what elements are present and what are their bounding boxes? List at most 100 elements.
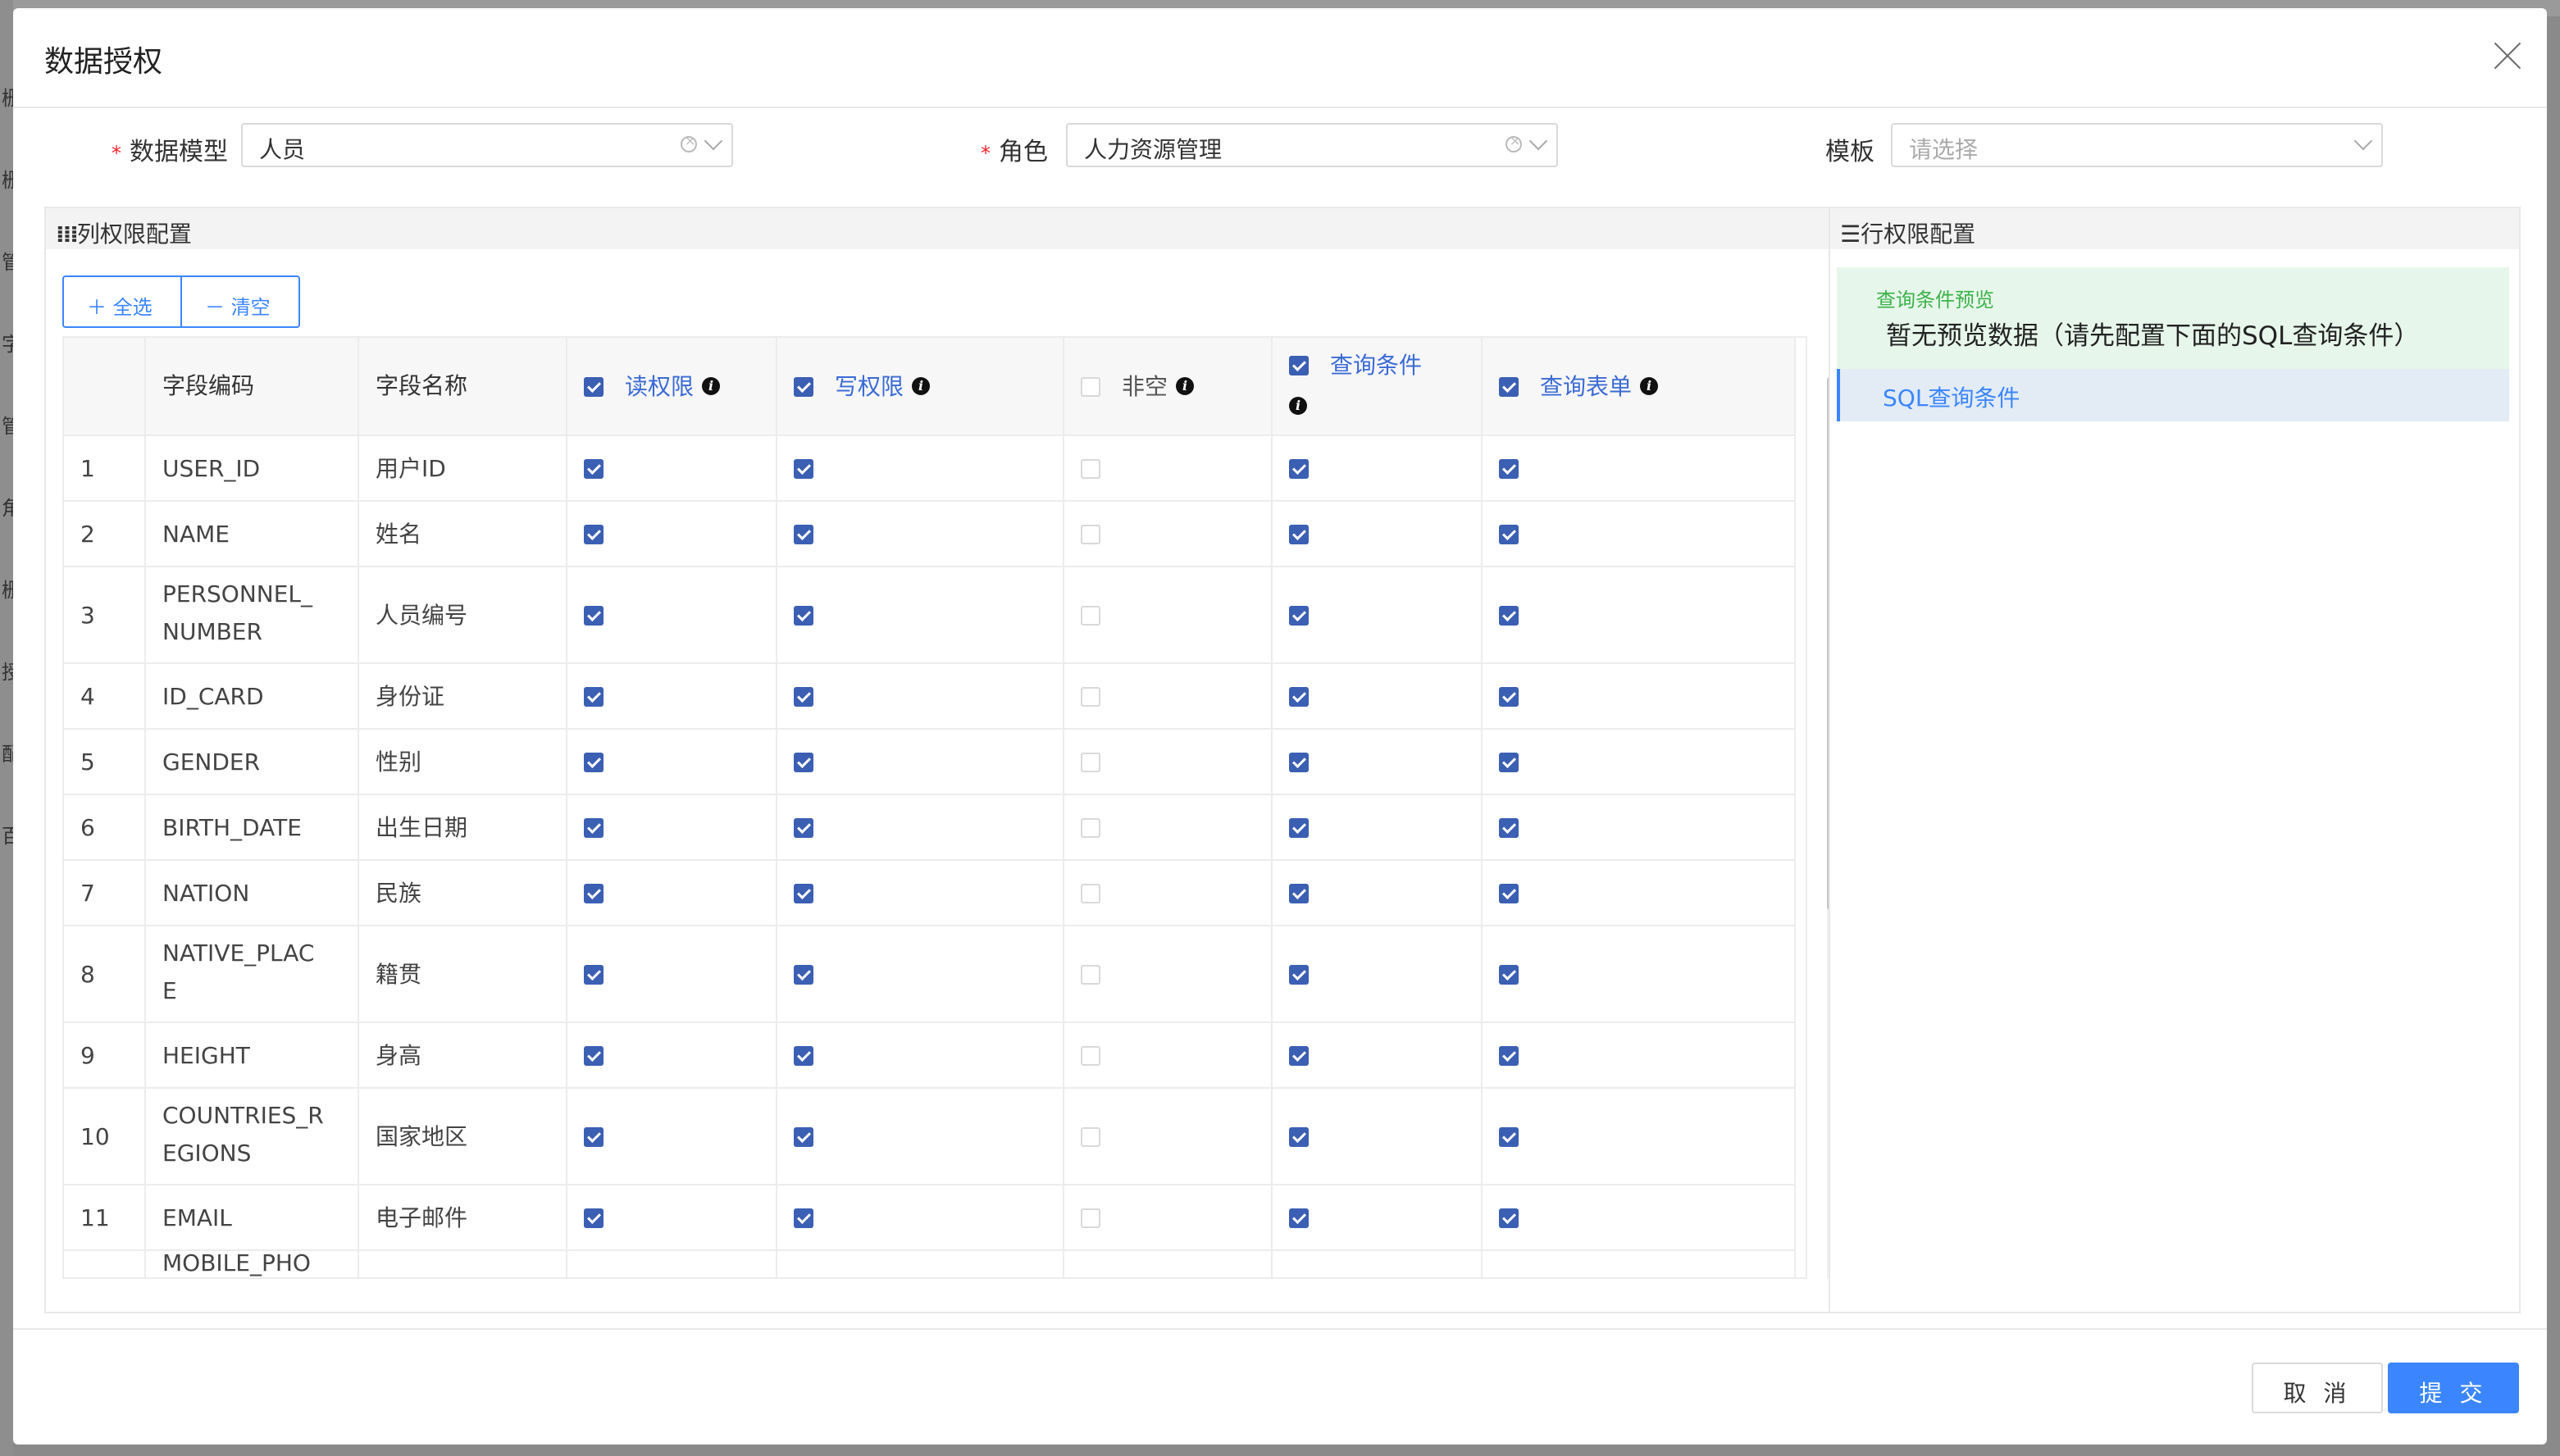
checkbox-query-form[interactable] — [1499, 687, 1519, 707]
template-select[interactable]: 请选择 — [1891, 123, 2383, 167]
checkbox-read[interactable] — [584, 606, 604, 626]
checkbox-query[interactable] — [1289, 459, 1309, 479]
row-index: 10 — [80, 1123, 110, 1150]
info-icon[interactable]: i — [1176, 377, 1194, 395]
field-code: E — [162, 977, 177, 1004]
checkbox-not-null[interactable] — [1081, 753, 1100, 772]
header-checkbox-not-null[interactable] — [1081, 377, 1100, 397]
clear-button[interactable]: － 清空 — [180, 275, 300, 328]
checkbox-query-form[interactable] — [1499, 606, 1519, 626]
checkbox-query[interactable] — [1289, 687, 1309, 707]
checkbox-query-form[interactable] — [1499, 818, 1519, 838]
field-code: ID_CARD — [162, 683, 264, 710]
info-icon[interactable]: i — [1640, 377, 1658, 395]
table-cell — [1273, 502, 1483, 566]
field-name: 国家地区 — [376, 1123, 468, 1150]
checkbox-query[interactable] — [1289, 525, 1309, 544]
checkbox-query[interactable] — [1289, 606, 1309, 626]
header-checkbox-query[interactable] — [1289, 356, 1309, 375]
info-icon[interactable]: i — [702, 377, 720, 395]
checkbox-not-null[interactable] — [1081, 606, 1100, 626]
sql-condition-tab[interactable]: SQL查询条件 — [1837, 369, 2509, 421]
checkbox-query[interactable] — [1289, 1046, 1309, 1066]
checkbox-query-form[interactable] — [1499, 1127, 1519, 1147]
checkbox-query-form[interactable] — [1499, 753, 1519, 772]
table-cell — [567, 861, 777, 925]
header-field-code: 字段编码 — [162, 372, 255, 399]
checkbox-query[interactable] — [1289, 818, 1309, 838]
checkbox-query-form[interactable] — [1499, 459, 1519, 479]
checkbox-read[interactable] — [584, 1046, 604, 1066]
checkbox-read[interactable] — [584, 884, 604, 903]
checkbox-not-null[interactable] — [1081, 965, 1100, 985]
table-cell: HEIGHT — [146, 1023, 359, 1087]
header-checkbox-query-form[interactable] — [1499, 377, 1519, 397]
checkbox-read[interactable] — [584, 1208, 604, 1228]
checkbox-not-null[interactable] — [1081, 884, 1100, 903]
checkbox-query-form[interactable] — [1499, 965, 1519, 985]
checkbox-write[interactable] — [794, 687, 813, 707]
checkbox-read[interactable] — [584, 818, 604, 838]
checkbox-read[interactable] — [584, 965, 604, 985]
close-icon[interactable] — [2493, 41, 2522, 71]
checkbox-query[interactable] — [1289, 1127, 1309, 1147]
checkbox-read[interactable] — [584, 459, 604, 479]
checkbox-write[interactable] — [794, 1127, 813, 1147]
select-all-button[interactable]: ＋ 全选 — [62, 275, 182, 328]
checkbox-write[interactable] — [794, 884, 813, 903]
checkbox-write[interactable] — [794, 606, 813, 626]
checkbox-read[interactable] — [584, 1127, 604, 1147]
checkbox-query[interactable] — [1289, 1208, 1309, 1228]
table-cell: 1 — [64, 436, 146, 500]
row-index: 9 — [80, 1042, 95, 1069]
checkbox-read[interactable] — [584, 525, 604, 544]
checkbox-not-null[interactable] — [1081, 1046, 1100, 1066]
table-cell: 读权限 i — [567, 338, 777, 435]
info-icon[interactable]: i — [912, 377, 930, 395]
table-cell — [777, 926, 1064, 1021]
submit-button[interactable]: 提 交 — [2388, 1363, 2519, 1413]
checkbox-read[interactable] — [584, 687, 604, 707]
checkbox-query-form[interactable] — [1499, 884, 1519, 903]
table-cell — [1064, 567, 1273, 662]
checkbox-query-form[interactable] — [1499, 1208, 1519, 1228]
checkbox-not-null[interactable] — [1081, 459, 1100, 479]
table-cell: BIRTH_DATE — [146, 795, 359, 859]
table-cell — [777, 436, 1064, 500]
checkbox-write[interactable] — [794, 1046, 813, 1066]
table-cell — [777, 567, 1064, 662]
checkbox-query[interactable] — [1289, 753, 1309, 772]
checkbox-write[interactable] — [794, 818, 813, 838]
checkbox-write[interactable] — [794, 525, 813, 544]
checkbox-not-null[interactable] — [1081, 525, 1100, 544]
checkbox-query-form[interactable] — [1499, 525, 1519, 544]
header-label-read[interactable]: 读权限 — [625, 369, 694, 402]
checkbox-not-null[interactable] — [1081, 1208, 1100, 1228]
header-label-query[interactable]: 查询条件 — [1330, 348, 1422, 380]
header-label-write[interactable]: 写权限 — [835, 369, 904, 402]
checkbox-query[interactable] — [1289, 965, 1309, 985]
header-checkbox-read[interactable] — [584, 377, 604, 397]
cancel-button[interactable]: 取 消 — [2252, 1363, 2383, 1413]
checkbox-write[interactable] — [794, 965, 813, 985]
table-cell: 民族 — [359, 861, 567, 925]
checkbox-write[interactable] — [794, 1208, 813, 1228]
table-cell — [1064, 1089, 1273, 1184]
checkbox-query-form[interactable] — [1499, 1046, 1519, 1066]
info-icon[interactable]: i — [1289, 397, 1307, 415]
checkbox-not-null[interactable] — [1081, 687, 1100, 707]
table-row: 2 NAME 姓名 — [64, 502, 1796, 567]
checkbox-read[interactable] — [584, 753, 604, 772]
header-checkbox-write[interactable] — [794, 377, 813, 397]
checkbox-query[interactable] — [1289, 884, 1309, 903]
table-cell: NATION — [146, 861, 359, 925]
table-cell — [1483, 1023, 1796, 1087]
table-row: 3 PERSONNEL_ NUMBER 人员编号 — [64, 567, 1796, 664]
checkbox-not-null[interactable] — [1081, 818, 1100, 838]
header-label-query-form[interactable]: 查询表单 — [1540, 369, 1632, 402]
table-cell — [777, 1185, 1064, 1249]
field-code: NAME — [162, 521, 230, 548]
checkbox-not-null[interactable] — [1081, 1127, 1100, 1147]
checkbox-write[interactable] — [794, 459, 813, 479]
checkbox-write[interactable] — [794, 753, 813, 772]
